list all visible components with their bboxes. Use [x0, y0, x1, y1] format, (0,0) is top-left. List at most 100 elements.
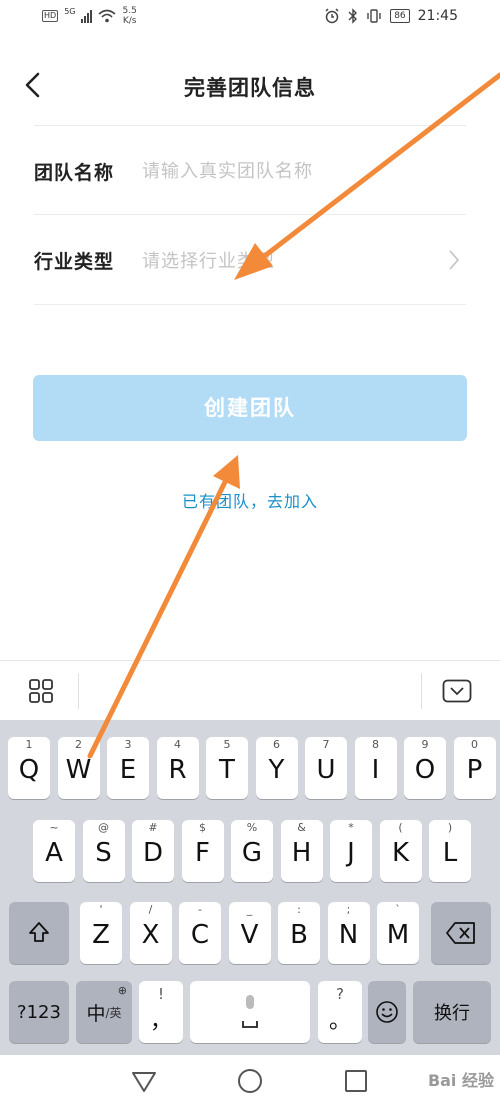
chevron-right-icon [449, 250, 460, 270]
key-l[interactable]: ) L [429, 820, 471, 882]
key-letter: N [338, 920, 359, 950]
key-d[interactable]: # D [132, 820, 174, 882]
emoji-key[interactable] [368, 981, 406, 1043]
key-e[interactable]: 3E [107, 737, 149, 799]
key-letter: M [386, 920, 410, 950]
key-b[interactable]: :B [278, 902, 320, 964]
key-u[interactable]: 7U [305, 737, 347, 799]
divider [34, 125, 466, 126]
team-name-input[interactable] [142, 160, 442, 182]
key-x[interactable]: / X [129, 902, 172, 964]
alarm-icon [325, 8, 339, 24]
speed-value: 5.5 [122, 6, 137, 16]
hd-badge: HD [42, 10, 59, 22]
key-hint: 4 [174, 738, 181, 751]
divider [34, 304, 466, 305]
key-i[interactable]: 8I [354, 737, 397, 799]
key-letter: S [95, 838, 112, 868]
key-y[interactable]: 6Y [255, 737, 298, 799]
numbers-key[interactable]: ?123 [9, 981, 69, 1043]
key-letter: E [119, 755, 137, 785]
key-o[interactable]: 9O [404, 737, 446, 799]
language-key[interactable]: ⊕ 中/英 [76, 981, 132, 1043]
key-hint: @ [98, 821, 109, 834]
navigation-bar: Bai 经验 [0, 1055, 500, 1111]
key-letter: L [442, 838, 458, 868]
screen: HD 5G 5.5 K/s 86 21:45 完善团队信息 团队名称 请输入真实… [0, 0, 500, 1111]
key-letter: D [142, 838, 164, 868]
toolbar-divider [421, 673, 422, 709]
key-k[interactable]: (K [379, 820, 422, 882]
key-hint: ` [395, 903, 401, 916]
watermark: Bai 经验 [427, 1071, 494, 1090]
hide-keyboard-icon[interactable] [442, 679, 472, 703]
key-letter: C [190, 920, 210, 950]
key-hint: 9 [421, 738, 429, 751]
key-t[interactable]: 5T [206, 737, 248, 799]
industry-select[interactable]: 请选择行业类型 [142, 247, 466, 273]
key-s[interactable]: @ S [82, 820, 125, 882]
key-f[interactable]: $ F [181, 820, 224, 882]
key-letter: K [391, 838, 410, 868]
key-n[interactable]: ; N [327, 902, 370, 964]
key-letter: R [168, 755, 187, 785]
shift-key[interactable] [9, 902, 69, 964]
key-hint: - [198, 903, 202, 916]
comma-key[interactable]: ! ， [139, 981, 183, 1043]
key-letter: T [219, 755, 235, 785]
backspace-icon [446, 922, 475, 944]
network-label: 5G [64, 6, 76, 16]
key-a[interactable]: ~ A [33, 820, 75, 882]
team-name-label: 团队名称 [34, 161, 115, 184]
status-right: 86 21:45 [324, 8, 458, 24]
key-w[interactable]: 2W [57, 737, 100, 799]
bluetooth-icon [348, 8, 358, 24]
keyboard-toolbar [0, 660, 500, 720]
emoji-icon [376, 1001, 398, 1023]
key-letter: G [241, 838, 263, 868]
key-hint: ) [447, 821, 453, 834]
key-letter: F [195, 838, 210, 868]
key-letter: A [45, 838, 63, 868]
key-g[interactable]: % G [231, 820, 273, 882]
key-v[interactable]: _ V [228, 902, 271, 964]
key-c[interactable]: -C [179, 902, 221, 964]
key-letter: H [291, 838, 312, 868]
nav-back-icon[interactable] [131, 1071, 157, 1093]
team-name-row: 团队名称 [34, 127, 466, 215]
key-hint: # [148, 821, 158, 834]
key-p[interactable]: 0P [453, 737, 496, 799]
key-letter: Y [268, 755, 285, 785]
key-letter: W [65, 755, 92, 785]
key-r[interactable]: 4R [156, 737, 199, 799]
nav-recents-icon[interactable] [345, 1070, 367, 1092]
signal-icon [81, 9, 93, 23]
status-bar: HD 5G 5.5 K/s 86 21:45 [0, 0, 500, 36]
apps-grid-icon[interactable] [28, 678, 54, 704]
key-hint: _ [246, 903, 253, 916]
key-hint: * [348, 821, 354, 834]
key-letter: O [414, 755, 436, 785]
join-team-link[interactable]: 已有团队，去加入 [0, 488, 500, 512]
microphone-icon [242, 995, 258, 1028]
key-hint: 5 [223, 738, 231, 751]
industry-row[interactable]: 行业类型 请选择行业类型 [34, 216, 466, 304]
vibrate-icon [367, 9, 381, 23]
key-letter: Z [92, 920, 110, 950]
key-hint: 3 [124, 738, 132, 751]
space-key[interactable] [190, 981, 310, 1043]
key-m[interactable]: ` M [377, 902, 419, 964]
period-key[interactable]: ? 。 [318, 981, 362, 1043]
backspace-key[interactable] [431, 902, 491, 964]
key-j[interactable]: * J [330, 820, 372, 882]
create-team-button[interactable]: 创建团队 [33, 375, 467, 441]
key-q[interactable]: 1Q [8, 737, 50, 799]
enter-key[interactable]: 换行 [413, 981, 491, 1043]
key-h[interactable]: & H [280, 820, 323, 882]
key-z[interactable]: ' Z [80, 902, 122, 964]
key-hint: ~ [49, 821, 59, 834]
key-hint: 1 [25, 738, 33, 751]
keyboard: 1Q2W3E4R5T6Y7U8I9O0P ~ A @ S # D $ F% G & H * J(K) L … [0, 720, 500, 1055]
language-key-label: 中/英 [86, 1002, 122, 1025]
nav-home-icon[interactable] [238, 1069, 262, 1093]
